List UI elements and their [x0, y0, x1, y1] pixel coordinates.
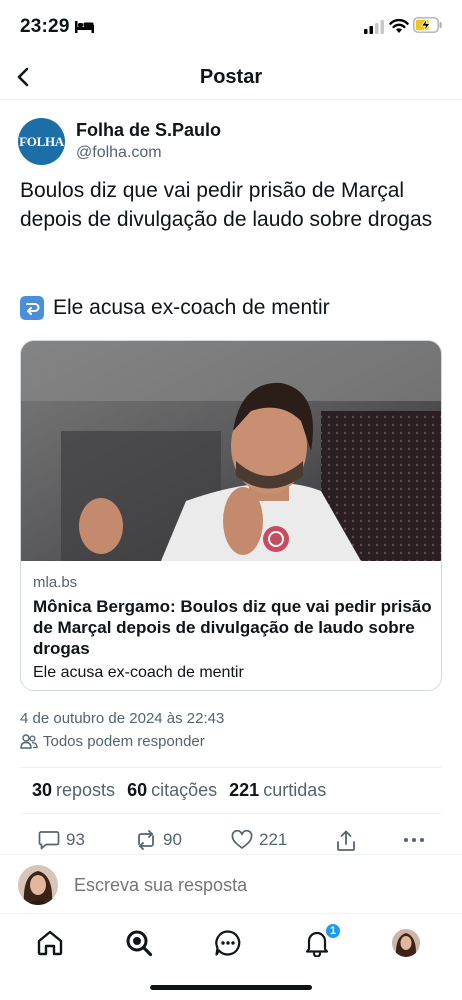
- stat-likes-label: curtidas: [263, 780, 327, 800]
- post-text-2-label: Ele acusa ex-coach de mentir: [53, 296, 330, 319]
- author-name[interactable]: Folha de S.Paulo: [76, 120, 221, 141]
- stat-reposts-num: 30: [32, 780, 53, 800]
- cell-signal-icon: [364, 20, 384, 34]
- more-options-button[interactable]: [403, 830, 431, 850]
- home-indicator: [150, 985, 312, 990]
- reply-icon: [38, 831, 60, 850]
- more-dots-icon: [404, 838, 424, 842]
- user-avatar: [18, 865, 58, 905]
- tab-notifications[interactable]: 1: [302, 922, 342, 958]
- search-icon: [126, 930, 153, 957]
- like-count: 221: [259, 830, 288, 849]
- card-domain: mla.bs: [33, 574, 78, 591]
- tab-profile[interactable]: [391, 928, 421, 958]
- bottom-tab-bar: 1: [0, 914, 462, 1000]
- reply-input[interactable]: [74, 875, 434, 896]
- stat-reposts[interactable]: 30 reposts: [32, 780, 115, 801]
- like-button[interactable]: 221: [231, 830, 287, 850]
- reply-permission-label: Todos podem responder: [43, 733, 205, 750]
- stat-quotes[interactable]: 60 citações: [127, 780, 217, 801]
- people-icon: [20, 734, 38, 749]
- share-button[interactable]: [335, 830, 363, 852]
- status-bar: 23:29: [0, 0, 462, 56]
- return-arrow-emoji-icon: [20, 295, 44, 320]
- stat-quotes-label: citações: [151, 780, 218, 800]
- tab-grok-chat[interactable]: [213, 928, 243, 958]
- repost-icon: [138, 830, 154, 850]
- card-title: Mônica Bergamo: Boulos diz que vai pedir…: [33, 597, 432, 658]
- card-image[interactable]: [21, 341, 442, 561]
- link-preview-card[interactable]: mla.bs Mônica Bergamo: Boulos diz que va…: [20, 340, 442, 691]
- notifications-badge: 1: [324, 922, 342, 940]
- repost-count: 90: [163, 830, 182, 849]
- page-title: Postar: [199, 66, 263, 88]
- heart-icon: [231, 830, 253, 849]
- chat-bubble-icon: [215, 930, 241, 956]
- nav-header: Postar: [0, 56, 462, 100]
- profile-avatar: [392, 929, 420, 957]
- tab-search[interactable]: [124, 928, 154, 958]
- post-text: Boulos diz que vai pedir prisão de Marça…: [20, 179, 433, 231]
- status-time: 23:29: [20, 16, 70, 37]
- post-timestamp: 4 de outubro de 2024 às 22:43: [20, 710, 225, 727]
- card-description: Ele acusa ex-coach de mentir: [33, 664, 244, 681]
- sleep-bed-icon: [75, 21, 94, 33]
- tab-home[interactable]: [35, 928, 65, 958]
- post-author[interactable]: FOLHA Folha de S.Paulo @folha.com: [18, 118, 438, 168]
- reply-button[interactable]: 93: [38, 830, 85, 850]
- stat-reposts-label: reposts: [56, 780, 116, 800]
- stat-quotes-num: 60: [127, 780, 148, 800]
- battery-charging-icon: [413, 17, 442, 33]
- stat-likes-num: 221: [229, 780, 260, 800]
- home-icon: [37, 930, 63, 956]
- share-icon: [337, 830, 355, 851]
- wifi-icon: [389, 18, 409, 33]
- engagement-stats: 30 reposts 60 citações 221 curtidas: [20, 767, 442, 814]
- author-avatar[interactable]: FOLHA: [18, 118, 65, 165]
- post-text-secondary: Ele acusa ex-coach de mentir: [20, 293, 440, 322]
- repost-button[interactable]: 90: [135, 830, 182, 850]
- stat-likes[interactable]: 221 curtidas: [229, 780, 326, 801]
- reply-permission: Todos podem responder: [20, 733, 205, 750]
- reply-count: 93: [66, 830, 85, 849]
- reply-composer-bar: [0, 854, 462, 914]
- author-handle[interactable]: @folha.com: [76, 144, 162, 162]
